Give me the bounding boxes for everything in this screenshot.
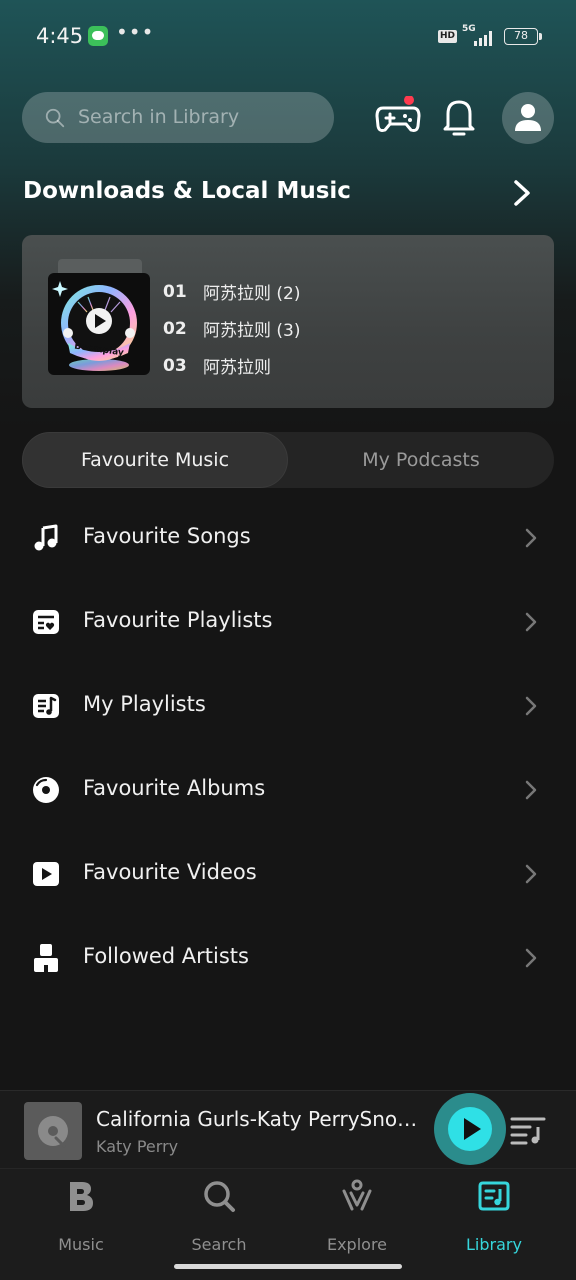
library-icon — [478, 1181, 510, 1211]
track-name: 阿苏拉则 — [203, 358, 271, 378]
nav-music[interactable]: Music — [21, 1179, 141, 1259]
more-notifications-icon: ••• — [116, 20, 155, 44]
chevron-right-icon — [525, 612, 537, 632]
queue-icon[interactable] — [510, 1115, 546, 1145]
nav-library[interactable]: Library — [434, 1179, 554, 1259]
status-time: 4:45 — [36, 24, 84, 48]
explore-icon — [342, 1179, 372, 1211]
search-icon — [45, 108, 65, 128]
library-item-followed-artists[interactable]: Followed Artists — [0, 916, 576, 1000]
battery-icon: 78 — [504, 28, 542, 45]
tab-favourite-music[interactable]: Favourite Music — [22, 432, 288, 488]
boomplay-logo-icon — [70, 1182, 93, 1211]
artist-icon — [34, 944, 58, 972]
library-item-label: My Playlists — [83, 692, 206, 716]
play-button-inner — [448, 1107, 492, 1151]
chevron-right-icon — [525, 948, 537, 968]
search-icon — [204, 1181, 235, 1212]
library-item-label: Favourite Songs — [83, 524, 251, 548]
library-item-favourite-songs[interactable]: Favourite Songs — [0, 496, 576, 580]
notification-dot — [404, 96, 414, 105]
list-item: 02 阿苏拉则 (3) — [163, 310, 300, 347]
chevron-right-icon — [525, 864, 537, 884]
library-item-label: Favourite Videos — [83, 860, 257, 884]
nav-search[interactable]: Search — [159, 1179, 279, 1259]
disc-placeholder-icon — [38, 1116, 68, 1148]
library-list: Favourite Songs Favourite Playlists My P… — [0, 496, 576, 1000]
home-indicator[interactable] — [174, 1264, 402, 1269]
hd-voice-icon: HD — [438, 30, 458, 43]
downloads-cover-art: Boomplay — [48, 273, 150, 375]
chevron-right-icon[interactable] — [508, 176, 536, 210]
status-bar: 4:45 ••• HD 5G 78 — [0, 0, 576, 72]
library-item-favourite-videos[interactable]: Favourite Videos — [0, 832, 576, 916]
play-button[interactable] — [434, 1093, 506, 1165]
wechat-notification-icon — [88, 26, 108, 46]
library-item-label: Favourite Albums — [83, 776, 266, 800]
downloads-section-title[interactable]: Downloads & Local Music — [23, 178, 351, 204]
boomplay-cover-graphic — [52, 281, 137, 371]
network-type: 5G — [462, 24, 476, 34]
playlist-heart-icon — [33, 610, 59, 634]
downloads-card[interactable]: Boomplay 01 阿苏拉则 (2) 02 阿苏拉则 (3) 03 阿苏拉则 — [22, 235, 554, 408]
bell-icon[interactable] — [440, 96, 478, 138]
mini-player[interactable]: California Gurls-Katy PerrySnoop Dogg Ka… — [0, 1090, 576, 1168]
stacked-cover-shadow — [58, 259, 142, 273]
music-note-icon — [34, 524, 58, 551]
library-item-favourite-albums[interactable]: Favourite Albums — [0, 748, 576, 832]
game-controller-icon[interactable] — [374, 96, 422, 136]
library-item-favourite-playlists[interactable]: Favourite Playlists — [0, 580, 576, 664]
track-number: 03 — [163, 355, 187, 376]
signal-icon: 5G — [462, 24, 496, 46]
track-name: 阿苏拉则 (2) — [203, 284, 301, 304]
now-playing-artwork[interactable] — [24, 1102, 82, 1160]
library-item-label: Favourite Playlists — [83, 608, 273, 632]
play-icon — [464, 1118, 481, 1140]
now-playing-artist[interactable]: Katy Perry — [96, 1137, 178, 1156]
library-item-my-playlists[interactable]: My Playlists — [0, 664, 576, 748]
track-number: 02 — [163, 318, 187, 339]
nav-label: Music — [58, 1235, 104, 1254]
chevron-right-icon — [525, 780, 537, 800]
list-item: 03 阿苏拉则 — [163, 347, 300, 384]
nav-explore[interactable]: Explore — [297, 1179, 417, 1259]
video-play-icon — [33, 862, 59, 886]
nav-label: Explore — [326, 1235, 388, 1254]
nav-label: Library — [466, 1235, 522, 1254]
tab-my-podcasts[interactable]: My Podcasts — [288, 432, 554, 488]
library-item-label: Followed Artists — [83, 944, 249, 968]
chevron-right-icon — [525, 528, 537, 548]
library-search-input[interactable]: Search in Library — [22, 92, 334, 143]
search-placeholder: Search in Library — [78, 106, 240, 128]
downloads-track-list: 01 阿苏拉则 (2) 02 阿苏拉则 (3) 03 阿苏拉则 — [163, 273, 300, 384]
track-number: 01 — [163, 281, 187, 302]
album-disc-icon — [33, 777, 59, 803]
avatar-button[interactable] — [502, 92, 554, 144]
library-tabs: Favourite Music My Podcasts — [22, 432, 554, 488]
now-playing-title[interactable]: California Gurls-Katy PerrySnoop Dogg — [96, 1107, 426, 1131]
avatar-icon — [515, 104, 541, 131]
my-playlist-icon — [33, 694, 59, 718]
track-name: 阿苏拉则 (3) — [203, 321, 301, 341]
list-item: 01 阿苏拉则 (2) — [163, 273, 300, 310]
nav-label: Search — [191, 1235, 247, 1254]
chevron-right-icon — [525, 696, 537, 716]
